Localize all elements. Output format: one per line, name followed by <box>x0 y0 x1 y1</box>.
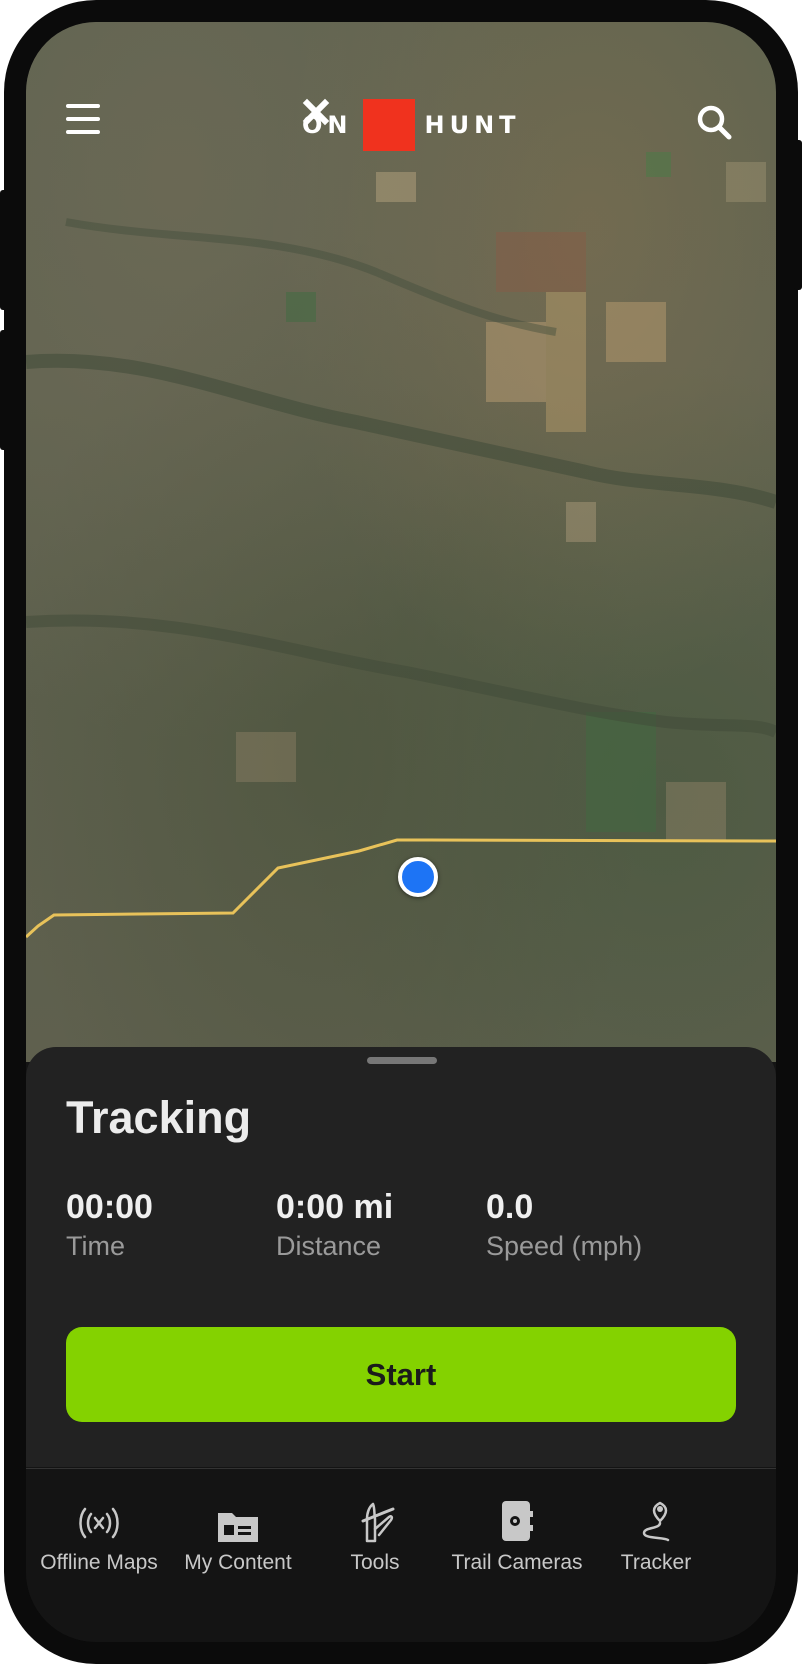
stat-time-label: Time <box>66 1231 125 1261</box>
bottom-navigation: Offline Maps My Content Tools Trail Came… <box>26 1468 776 1642</box>
stat-speed-value: 0.0 <box>486 1188 534 1226</box>
app-screen: ON HUNT Tracking 00:00 Time 0:00 mi Dist… <box>26 22 776 1642</box>
logo-x-icon <box>302 98 415 151</box>
offline-signal-icon <box>26 1497 174 1543</box>
side-button-left-2 <box>0 330 8 450</box>
nav-offline-maps[interactable]: Offline Maps <box>26 1497 174 1575</box>
nav-tracker[interactable]: Tracker <box>581 1497 731 1575</box>
start-tracking-button[interactable]: Start <box>66 1327 736 1422</box>
stat-speed-label: Speed (mph) <box>486 1231 643 1261</box>
onx-hunt-logo: ON HUNT <box>302 98 521 152</box>
stat-distance: 0:00 mi Distance <box>276 1187 393 1265</box>
stat-distance-label: Distance <box>276 1231 382 1261</box>
current-location-marker[interactable] <box>398 857 438 897</box>
nav-offline-maps-label: Offline Maps <box>40 1551 158 1574</box>
nav-my-content[interactable]: My Content <box>163 1497 313 1575</box>
nav-trail-cameras-label: Trail Cameras <box>451 1551 583 1574</box>
satellite-map[interactable]: ON HUNT <box>26 22 776 1062</box>
side-button-left-1 <box>0 190 8 310</box>
hamburger-menu-icon[interactable] <box>66 104 100 134</box>
tracking-title: Tracking <box>66 1092 252 1143</box>
trail-camera-icon <box>442 1497 592 1543</box>
location-pin-icon <box>581 1497 731 1543</box>
nav-tracker-label: Tracker <box>620 1551 692 1574</box>
stat-speed: 0.0 Speed (mph) <box>486 1187 642 1265</box>
logo-text-right: HUNT <box>424 111 521 139</box>
stat-time: 00:00 Time <box>66 1187 153 1265</box>
stat-distance-value: 0:00 mi <box>276 1188 394 1226</box>
nav-tools-label: Tools <box>350 1551 400 1574</box>
top-bar: ON HUNT <box>26 22 776 182</box>
sheet-drag-handle[interactable] <box>367 1057 437 1064</box>
side-button-right <box>794 140 802 290</box>
nav-tools[interactable]: Tools <box>300 1497 450 1575</box>
tracking-sheet: Tracking 00:00 Time 0:00 mi Distance 0.0… <box>26 1047 776 1467</box>
search-icon[interactable] <box>696 104 734 142</box>
stat-time-value: 00:00 <box>66 1188 153 1226</box>
folder-icon <box>163 1497 313 1543</box>
nav-my-content-label: My Content <box>184 1551 292 1574</box>
nav-trail-cameras[interactable]: Trail Cameras <box>442 1497 592 1575</box>
tools-icon <box>300 1497 450 1543</box>
